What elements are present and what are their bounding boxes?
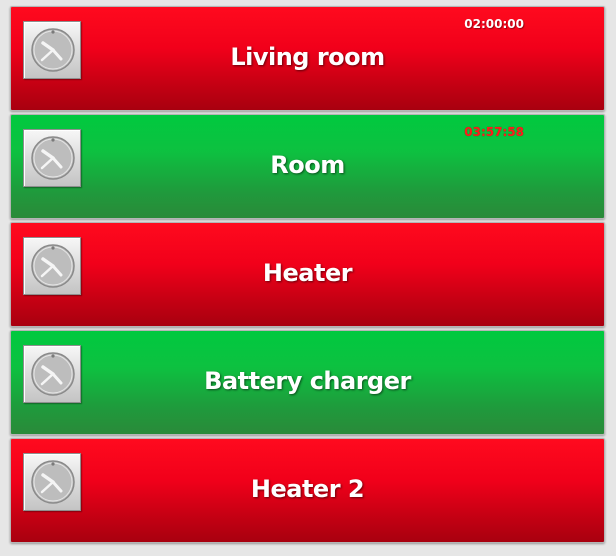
device-row-living-room[interactable]: Living room 02:00:00 [10,6,605,111]
device-name: Heater 2 [250,475,365,503]
device-row-battery-charger[interactable]: Battery charger [10,330,605,435]
device-row-heater[interactable]: Heater [10,222,605,327]
timer-countdown: 03:57:58 [464,125,524,139]
timer-countdown: 02:00:00 [464,17,524,31]
device-row-room[interactable]: Room 03:57:58 [10,114,605,219]
device-list: Living room 02:00:00 Room 03:57:58 Heate… [0,0,616,556]
device-row-heater-2[interactable]: Heater 2 [10,438,605,543]
device-name: Room [270,151,345,179]
device-name: Heater [262,259,353,287]
device-name: Battery charger [204,367,411,395]
device-name: Living room [230,43,385,71]
